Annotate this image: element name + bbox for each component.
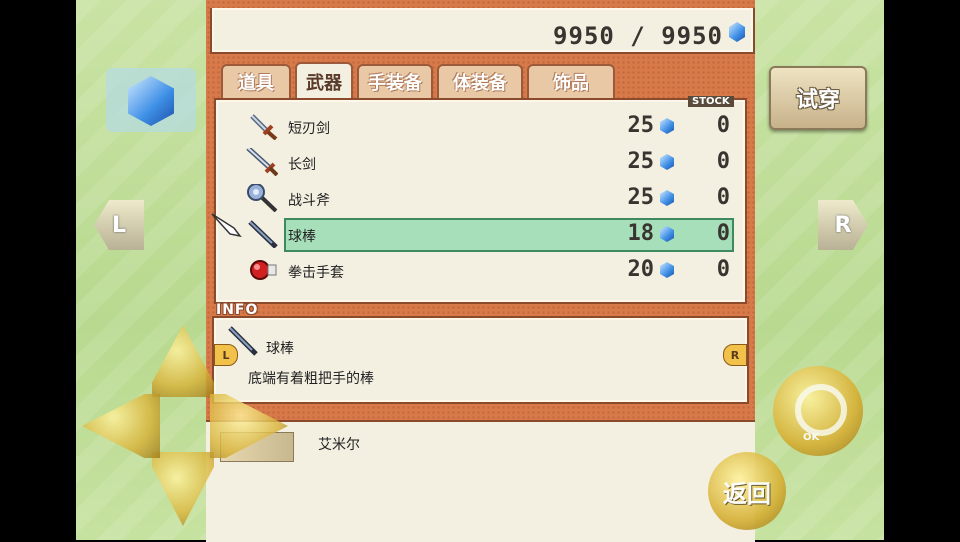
item-list: 短刃剑 25 0 长剑 25 0 战斗斧 25 0 球棒 18 0 拳击手套 2… (214, 98, 747, 304)
money-readout: 9950 / 9950 (553, 22, 723, 50)
item-name: 拳击手套 (288, 265, 344, 281)
list-item[interactable]: 战斗斧 25 0 (216, 182, 745, 214)
info-description: 底端有着粗把手的棒 (248, 371, 374, 387)
tab-hand-equipment[interactable]: 手装备 (357, 64, 433, 98)
item-stock: 0 (716, 221, 730, 246)
item-price: 25 (627, 149, 655, 174)
item-price: 25 (627, 113, 655, 138)
info-panel: 球棒 底端有着粗把手的棒 L R (212, 316, 749, 404)
item-price: 20 (627, 257, 655, 282)
glove-icon (250, 260, 277, 280)
info-prev-button[interactable]: L (214, 344, 238, 366)
dagger-icon (250, 114, 278, 140)
back-button[interactable]: 返回 (708, 452, 786, 530)
crystal-icon (660, 190, 674, 206)
crystal-icon (660, 118, 674, 134)
tab-accessories[interactable]: 饰品 (527, 64, 615, 98)
item-name: 战斗斧 (288, 193, 330, 209)
character-panel: 艾米尔 (206, 420, 755, 542)
money-bar: 9950 / 9950 (210, 8, 755, 54)
stock-header: STOCK (688, 96, 734, 107)
list-item[interactable]: 拳击手套 20 0 (216, 254, 745, 286)
info-next-button[interactable]: R (723, 344, 747, 366)
crystal-badge (106, 68, 196, 132)
info-item-name: 球棒 (266, 341, 294, 357)
ok-ring-icon (795, 384, 847, 436)
tab-weapons[interactable]: 武器 (295, 62, 353, 100)
crystal-currency-icon (729, 22, 745, 42)
category-tabs: 道具 武器 手装备 体装备 饰品 (221, 62, 621, 100)
item-stock: 0 (716, 185, 730, 210)
tab-items[interactable]: 道具 (221, 64, 291, 98)
item-stock: 0 (716, 257, 730, 282)
item-stock: 0 (716, 113, 730, 138)
bat-icon (248, 220, 278, 248)
tab-body-equipment[interactable]: 体装备 (437, 64, 523, 98)
money-max: 9950 (661, 22, 723, 50)
sword-icon (246, 148, 278, 176)
list-item[interactable]: 长剑 25 0 (216, 146, 745, 178)
try-on-button[interactable]: 试穿 (769, 66, 867, 130)
hand-cursor-icon (211, 213, 242, 238)
ok-label: OK (803, 432, 820, 443)
crystal-icon (128, 76, 174, 126)
item-name: 球棒 (288, 229, 316, 245)
item-price: 18 (627, 221, 655, 246)
character-name: 艾米尔 (318, 437, 360, 453)
money-current: 9950 (553, 22, 615, 50)
axe-icon (247, 184, 278, 212)
item-name: 短刃剑 (288, 121, 330, 137)
item-stock: 0 (716, 149, 730, 174)
money-separator: / (630, 22, 646, 50)
crystal-icon (660, 154, 674, 170)
list-item[interactable]: 短刃剑 25 0 (216, 110, 745, 142)
list-item-selected[interactable]: 球棒 18 0 (216, 218, 745, 252)
item-name: 长剑 (288, 157, 316, 173)
item-price: 25 (627, 185, 655, 210)
crystal-icon (660, 262, 674, 278)
ok-button[interactable]: OK (773, 366, 863, 456)
